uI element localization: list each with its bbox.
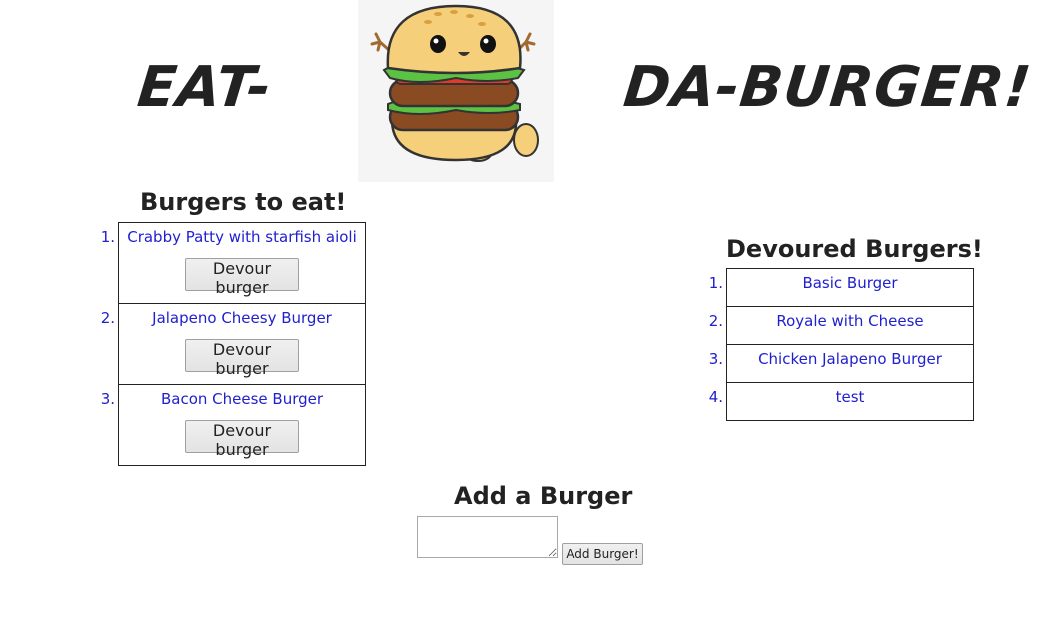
devoured-burgers-list: 1. Basic Burger 2. Royale with Cheese 3.… <box>709 268 974 421</box>
devoured-burgers-title: Devoured Burgers! <box>726 235 983 263</box>
list-item: 2. Jalapeno Cheesy Burger Devour burger <box>101 303 366 385</box>
burgers-to-eat-list: 1. Crabby Patty with starfish aioli Devo… <box>101 222 366 466</box>
burgers-to-eat-title: Burgers to eat! <box>140 188 347 216</box>
list-item: 3. Chicken Jalapeno Burger <box>709 344 974 383</box>
item-number: 3. <box>100 390 115 408</box>
item-number: 4. <box>708 388 723 406</box>
item-number: 3. <box>708 350 723 368</box>
burger-name: Basic Burger <box>802 274 898 292</box>
header-word-da-burger: DA-BURGER! <box>620 55 1035 120</box>
burger-name: Royale with Cheese <box>776 312 924 330</box>
header-word-eat: EAT- <box>134 55 275 120</box>
devour-burger-button[interactable]: Devour burger <box>185 420 299 459</box>
add-burger-button[interactable]: Add Burger! <box>562 543 643 565</box>
list-item: 3. Bacon Cheese Burger Devour burger <box>101 384 366 466</box>
devour-burger-button[interactable]: Devour burger <box>185 339 299 378</box>
list-item: 1. Basic Burger <box>709 268 974 307</box>
item-number: 1. <box>708 274 723 292</box>
burger-name: Chicken Jalapeno Burger <box>758 350 942 368</box>
burger-name: Crabby Patty with starfish aioli <box>127 228 357 246</box>
add-a-burger-title: Add a Burger <box>454 482 633 510</box>
burger-name: Jalapeno Cheesy Burger <box>152 309 332 327</box>
item-number: 1. <box>100 228 115 246</box>
burger-name-input[interactable] <box>417 516 558 558</box>
list-item: 4. test <box>709 382 974 421</box>
burger-name: test <box>835 388 865 406</box>
devour-burger-button[interactable]: Devour burger <box>185 258 299 297</box>
burger-mascot-logo <box>358 0 554 182</box>
item-number: 2. <box>100 309 115 327</box>
list-item: 2. Royale with Cheese <box>709 306 974 345</box>
item-number: 2. <box>708 312 723 330</box>
list-item: 1. Crabby Patty with starfish aioli Devo… <box>101 222 366 304</box>
burger-name: Bacon Cheese Burger <box>160 390 324 408</box>
